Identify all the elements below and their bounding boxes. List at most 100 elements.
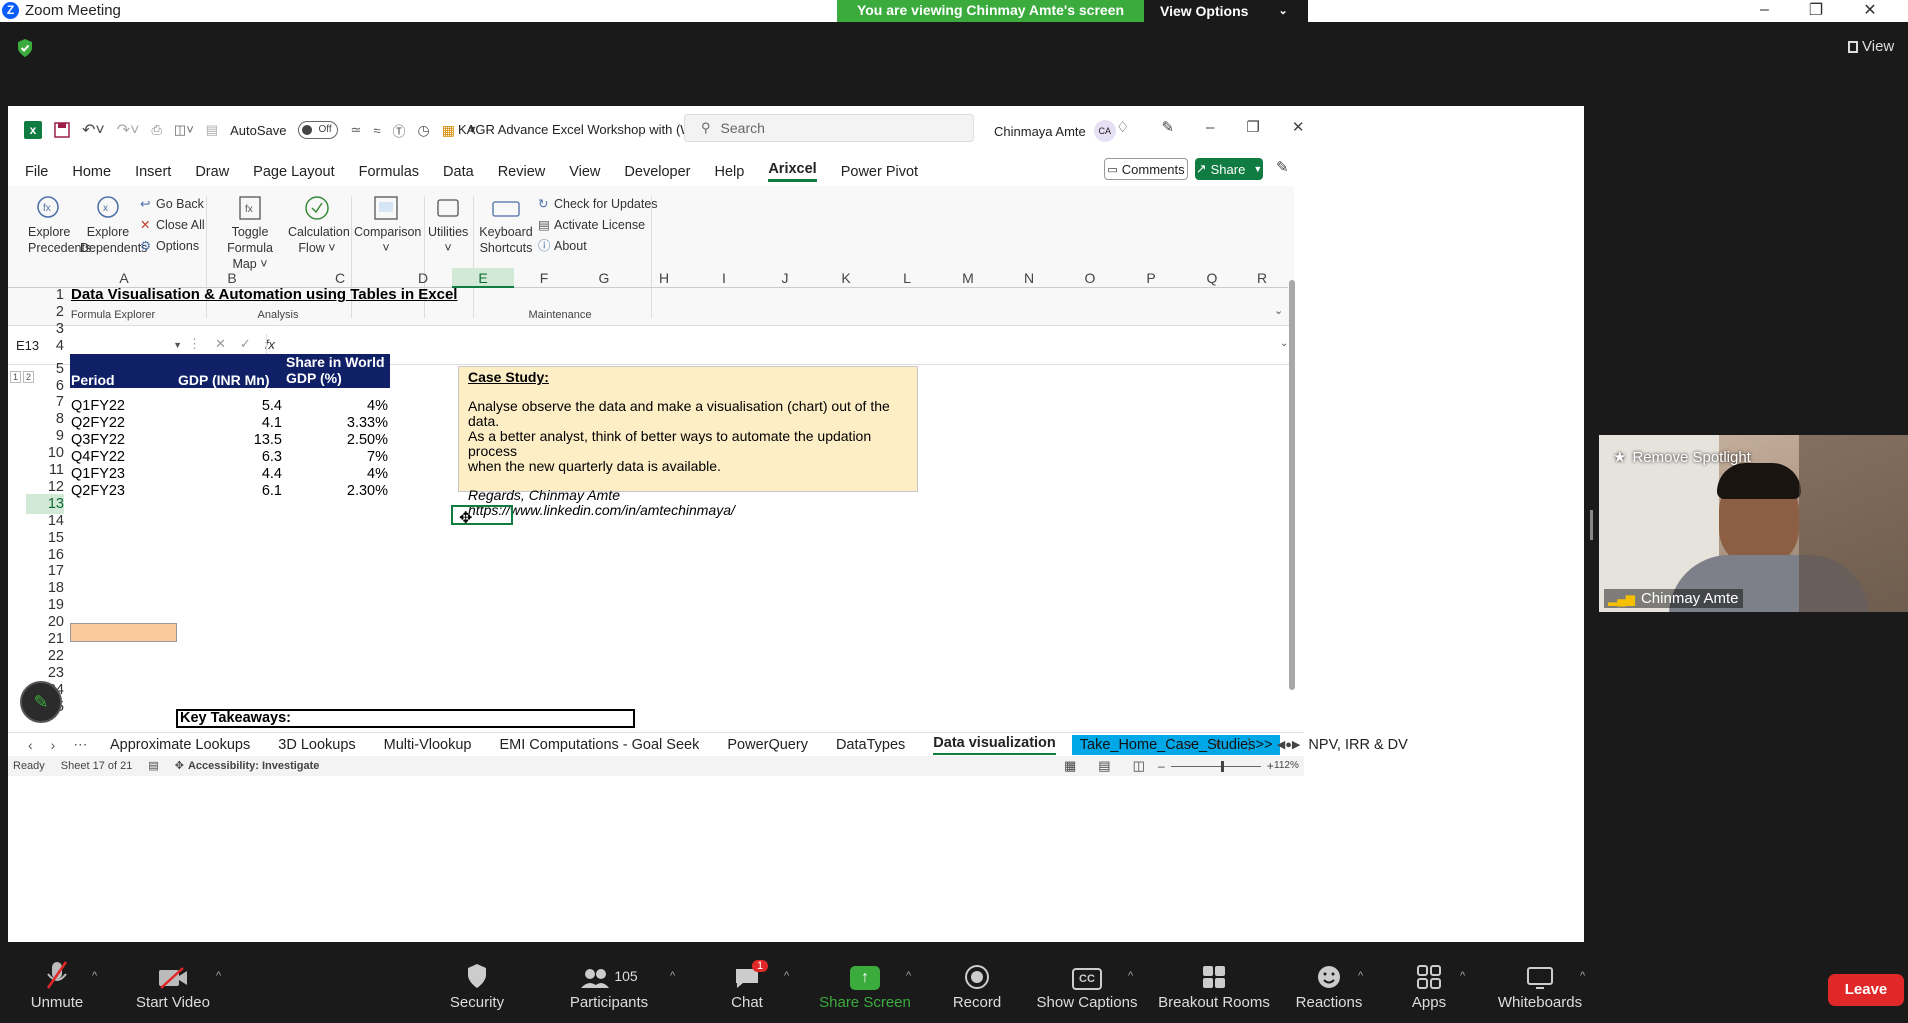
explore-precedents-button[interactable]: fx Explore Precedents [28, 194, 91, 256]
share-screen-button[interactable]: ↑ Share Screen [810, 942, 920, 1011]
zoom-slider[interactable]: – + [1158, 759, 1274, 773]
whiteboards-caret[interactable]: ^ [1580, 970, 1585, 982]
security-button[interactable]: Security [422, 942, 532, 1011]
save-icon[interactable] [54, 122, 70, 138]
excel-minimize-icon[interactable]: – [1206, 119, 1214, 136]
header-share[interactable]: Share in World GDP (%) [286, 354, 386, 386]
autosave-toggle[interactable]: Off [298, 121, 339, 139]
utilities-button[interactable]: Utilities ˅ [428, 194, 468, 256]
column-header-l[interactable]: L [876, 268, 938, 288]
normal-view-icon[interactable]: ▦ [1064, 758, 1076, 774]
excel-close-icon[interactable]: ✕ [1292, 118, 1305, 136]
zoom-level[interactable]: 112% [1274, 760, 1299, 771]
accessibility-status[interactable]: ✥ Accessibility: Investigate [175, 759, 320, 773]
column-header-h[interactable]: H [634, 268, 694, 288]
activate-license-button[interactable]: ▤ Activate License [538, 215, 658, 236]
tab-review[interactable]: Review [498, 164, 546, 180]
sheet-tab[interactable]: DataTypes [836, 737, 905, 753]
excel-restore-icon[interactable]: ❐ [1246, 118, 1259, 136]
sheet-title[interactable]: Data Visualisation & Automation using Ta… [71, 285, 457, 306]
header-period[interactable]: Period [71, 370, 115, 391]
page-break-icon[interactable]: ◫ [1133, 758, 1145, 774]
sheet-tab[interactable]: Approximate Lookups [110, 737, 250, 753]
column-header-e[interactable]: E [452, 268, 514, 288]
clipboard-icon[interactable]: ▤ [206, 122, 218, 138]
tab-power-pivot[interactable]: Power Pivot [841, 164, 918, 180]
tab-page-layout[interactable]: Page Layout [253, 164, 334, 180]
tab-home[interactable]: Home [72, 164, 111, 180]
column-header-n[interactable]: N [998, 268, 1060, 288]
page-layout-icon[interactable]: ▤ [1098, 758, 1110, 774]
restore-icon[interactable]: ❐ [1809, 0, 1823, 20]
tab-formulas[interactable]: Formulas [359, 164, 419, 180]
tab-developer[interactable]: Developer [624, 164, 690, 180]
add-sheet-icon[interactable]: + [1213, 736, 1222, 753]
participants-button[interactable]: 105 Participants [554, 942, 664, 1011]
column-header-o[interactable]: O [1060, 268, 1120, 288]
sheet-tab[interactable]: 3D Lookups [278, 737, 355, 753]
column-header-m[interactable]: M [938, 268, 998, 288]
toggle-formula-map-button[interactable]: fx Toggle Formula Map ˅ [214, 194, 286, 272]
annotate-button[interactable]: ✎ [20, 681, 62, 723]
highlighted-cell-a20[interactable] [70, 623, 177, 642]
confirm-formula-icon[interactable]: ✓ [240, 336, 251, 352]
close-all-button[interactable]: ✕ Close All [140, 215, 205, 236]
format-icon[interactable]: ◫˅ [174, 122, 194, 138]
apps-caret[interactable]: ^ [1460, 970, 1465, 982]
undo-icon[interactable]: ↶˅ [82, 120, 105, 140]
tab-help[interactable]: Help [715, 164, 745, 180]
column-header-r[interactable]: R [1242, 268, 1282, 288]
cancel-formula-icon[interactable]: ✕ [215, 336, 226, 352]
tab-draw[interactable]: Draw [195, 164, 229, 180]
formula-icon[interactable]: Ⓣ [393, 121, 406, 140]
column-header-g[interactable]: G [574, 268, 634, 288]
table-cell-period[interactable]: Q2FY23 [71, 481, 171, 502]
unmute-options-caret[interactable]: ^ [92, 970, 97, 982]
security-shield-icon[interactable] [16, 38, 34, 58]
table-cell-gdp[interactable]: 6.1 [178, 481, 282, 502]
sheet-tab[interactable]: Data visualization [933, 735, 1056, 755]
minimize-icon[interactable]: – [1760, 1, 1769, 19]
tab-insert[interactable]: Insert [135, 164, 171, 180]
comparison-button[interactable]: Comparison ˅ [354, 194, 421, 256]
column-header-j[interactable]: J [754, 268, 816, 288]
header-gdp[interactable]: GDP (INR Mn) [178, 370, 270, 391]
pen-icon[interactable]: ✎ [1161, 118, 1174, 136]
table-cell-share[interactable]: 2.30% [286, 481, 388, 502]
sheet-tab[interactable]: NPV, IRR & DV [1308, 737, 1407, 753]
sheet-tab[interactable]: EMI Computations - Goal Seek [499, 737, 699, 753]
user-name[interactable]: Chinmaya Amte [994, 124, 1086, 139]
remove-spotlight-button[interactable]: ★ Remove Spotlight [1613, 448, 1751, 467]
tab-scroll-icon[interactable]: ◀●▶ [1277, 738, 1301, 751]
diamond-icon[interactable]: ♢ [1116, 118, 1129, 136]
sheet-tab[interactable]: PowerQuery [727, 737, 808, 753]
history-icon[interactable]: ◷ [418, 122, 430, 139]
breakout-rooms-button[interactable]: Breakout Rooms [1152, 942, 1276, 1011]
record-button[interactable]: Record [922, 942, 1032, 1011]
close-icon[interactable]: ✕ [1863, 0, 1876, 20]
check-updates-button[interactable]: ↻ Check for Updates [538, 194, 658, 215]
collapse-ribbon-icon[interactable]: ⌄ [1274, 304, 1283, 317]
more-sheets-icon[interactable]: ⋯ [73, 736, 87, 753]
reactions-caret[interactable]: ^ [1358, 970, 1363, 982]
column-header-k[interactable]: K [816, 268, 876, 288]
go-back-button[interactable]: ↩ Go Back [140, 194, 205, 215]
macro-icon[interactable]: ▤ [148, 759, 158, 772]
video-resize-handle[interactable] [1590, 510, 1593, 540]
search-box[interactable]: ⚲ Search [684, 114, 974, 142]
participant-video[interactable]: ★ Remove Spotlight ▂▄▆ Chinmay Amte [1599, 435, 1908, 612]
options-button[interactable]: ⚙ Options [140, 236, 205, 257]
comments-button[interactable]: ▭ Comments [1104, 158, 1188, 180]
view-options-button[interactable]: View Options ⌄ [1144, 0, 1308, 22]
calc-icon[interactable]: ≃ [350, 122, 361, 138]
share-button[interactable]: ↗ Share ▼ [1195, 158, 1263, 180]
redo-icon[interactable]: ↷˅ [117, 120, 140, 140]
column-header-p[interactable]: P [1120, 268, 1182, 288]
feedback-icon[interactable]: ✎ [1276, 158, 1289, 176]
show-captions-button[interactable]: CC Show Captions [1032, 942, 1142, 1011]
case-study-link[interactable]: https://www.linkedin.com/in/amtechinmaya… [468, 503, 908, 518]
next-sheet-icon[interactable]: › [51, 737, 56, 753]
sheet-tab[interactable]: Multi-Vlookup [384, 737, 472, 753]
column-header-q[interactable]: Q [1182, 268, 1242, 288]
captions-caret[interactable]: ^ [1128, 970, 1133, 982]
